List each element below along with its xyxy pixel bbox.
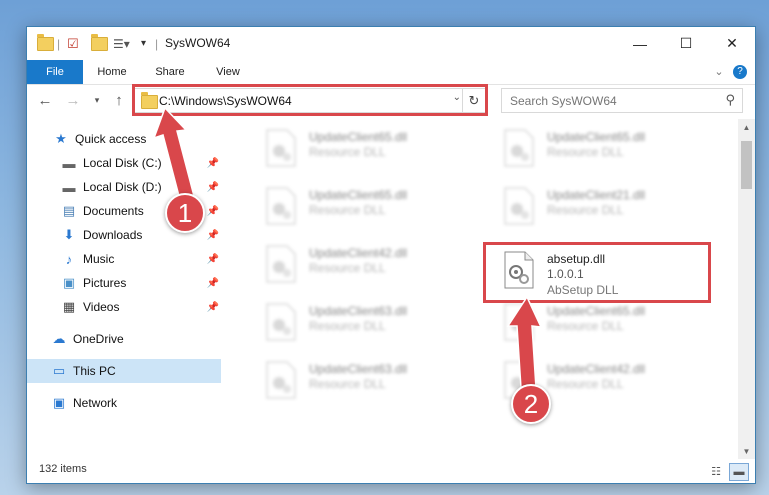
download-icon: ⬇ (63, 227, 75, 242)
nav-item-network[interactable]: ▣ Network (27, 391, 221, 415)
pin-icon[interactable]: 📌 (207, 302, 219, 313)
file-item[interactable]: UpdateClient42.dll Resource DLL (257, 239, 477, 291)
step-badge-1: 1 (165, 193, 205, 233)
minimize-button[interactable]: — (617, 27, 663, 60)
customize-toolbar-icon[interactable]: ☰▾ (113, 35, 130, 52)
pin-icon[interactable]: 📌 (207, 158, 219, 169)
status-bar: 132 items ☷ ▬ (27, 459, 755, 483)
properties-icon[interactable]: ☑ (67, 35, 79, 52)
search-box[interactable]: ⚲ (501, 88, 743, 113)
window-title: SysWOW64 (165, 36, 231, 50)
documents-icon: ▤ (62, 203, 76, 218)
tab-file[interactable]: File (27, 60, 83, 84)
file-list: UpdateClient65.dll Resource DLL UpdateCl… (241, 119, 741, 459)
dll-file-icon (266, 361, 296, 399)
dll-file-icon (266, 187, 296, 225)
nav-item-quick-access[interactable]: ★ Quick access (27, 127, 221, 151)
file-item[interactable]: UpdateClient65.dll Resource DLL (257, 123, 477, 175)
forward-button[interactable]: → (63, 90, 83, 110)
nav-item-local-disk-c[interactable]: ▬ Local Disk (C:) 📌 (27, 151, 221, 175)
file-item-absetup[interactable]: absetup.dll 1.0.0.1 AbSetup DLL (495, 245, 715, 297)
address-row: ← → ▾ ↑ C:\Windows\SysWOW64 ⌄ ↻ ⚲ (27, 85, 755, 117)
refresh-icon[interactable]: ↻ (462, 89, 485, 112)
dll-file-icon (266, 303, 296, 341)
videos-icon: ▦ (62, 299, 76, 314)
help-icon[interactable]: ? (733, 65, 747, 79)
quick-access-dropdown-icon[interactable]: ▾ (141, 35, 146, 52)
maximize-button[interactable]: ☐ (663, 27, 709, 60)
back-button[interactable]: ← (35, 90, 55, 110)
ribbon-tabs: File Home Share View ⌄ ? (27, 60, 755, 85)
dll-file-icon (266, 129, 296, 167)
drive-icon: ▬ (62, 155, 76, 171)
scrollbar-thumb[interactable] (741, 141, 752, 189)
nav-item-onedrive[interactable]: ☁ OneDrive (27, 327, 221, 351)
pin-icon[interactable]: 📌 (207, 278, 219, 289)
item-count: 132 items (39, 463, 87, 475)
folder-icon (37, 33, 54, 52)
dll-file-icon (504, 251, 534, 289)
file-item[interactable]: UpdateClient65.dll Resource DLL (495, 123, 715, 175)
computer-icon: ▭ (52, 363, 66, 378)
separator: | (155, 36, 159, 51)
pin-icon[interactable]: 📌 (207, 206, 219, 217)
nav-item-videos[interactable]: ▦ Videos 📌 (27, 295, 221, 319)
pin-icon[interactable]: 📌 (207, 230, 219, 241)
tab-view[interactable]: View (205, 60, 251, 84)
dll-file-icon (266, 245, 296, 283)
recent-locations-icon[interactable]: ▾ (87, 90, 107, 110)
expand-ribbon-icon[interactable]: ⌄ (709, 60, 729, 84)
nav-item-this-pc[interactable]: ▭ This PC (27, 359, 221, 383)
address-path: C:\Windows\SysWOW64 (159, 93, 292, 108)
pictures-icon: ▣ (62, 275, 76, 290)
step-badge-2: 2 (511, 384, 551, 424)
scroll-up-icon[interactable]: ▲ (738, 119, 755, 135)
file-item[interactable]: UpdateClient63.dll Resource DLL (257, 297, 477, 349)
network-icon: ▣ (52, 395, 66, 410)
file-item[interactable]: UpdateClient65.dll Resource DLL (257, 181, 477, 233)
explorer-window: | ☑ ☰▾ ▾ | SysWOW64 — ☐ ✕ File Home Shar… (26, 26, 756, 484)
address-dropdown-icon[interactable]: ⌄ (453, 92, 461, 103)
vertical-scrollbar[interactable]: ▲ ▼ (738, 119, 755, 459)
star-icon: ★ (55, 131, 67, 146)
dll-file-icon (504, 303, 534, 341)
details-view-icon[interactable]: ☷ (707, 463, 725, 479)
separator: | (57, 36, 61, 51)
search-icon: ⚲ (725, 92, 735, 107)
scroll-down-icon[interactable]: ▼ (738, 443, 755, 459)
tab-share[interactable]: Share (147, 60, 193, 84)
cloud-icon: ☁ (52, 331, 66, 346)
music-icon: ♪ (65, 251, 73, 267)
drive-icon: ▬ (62, 179, 76, 195)
folder-icon (141, 92, 158, 109)
address-bar[interactable]: C:\Windows\SysWOW64 ⌄ ↻ (134, 88, 486, 113)
navigation-pane: ★ Quick access ▬ Local Disk (C:) 📌 ▬ Loc… (27, 119, 221, 459)
new-folder-icon[interactable] (91, 33, 108, 52)
tab-home[interactable]: Home (89, 60, 135, 84)
file-item[interactable]: UpdateClient21.dll Resource DLL (495, 181, 715, 233)
pin-icon[interactable]: 📌 (207, 182, 219, 193)
search-input[interactable] (508, 89, 702, 112)
file-item[interactable]: UpdateClient63.dll Resource DLL (257, 355, 477, 407)
large-icons-view-icon[interactable]: ▬ (729, 463, 749, 481)
close-button[interactable]: ✕ (709, 27, 755, 60)
nav-item-music[interactable]: ♪ Music 📌 (27, 247, 221, 271)
nav-item-pictures[interactable]: ▣ Pictures 📌 (27, 271, 221, 295)
dll-file-icon (504, 187, 534, 225)
pin-icon[interactable]: 📌 (207, 254, 219, 265)
up-button[interactable]: ↑ (109, 90, 129, 110)
title-bar: | ☑ ☰▾ ▾ | SysWOW64 — ☐ ✕ (27, 27, 755, 60)
dll-file-icon (504, 129, 534, 167)
file-item[interactable]: UpdateClient65.dll Resource DLL (495, 297, 715, 349)
